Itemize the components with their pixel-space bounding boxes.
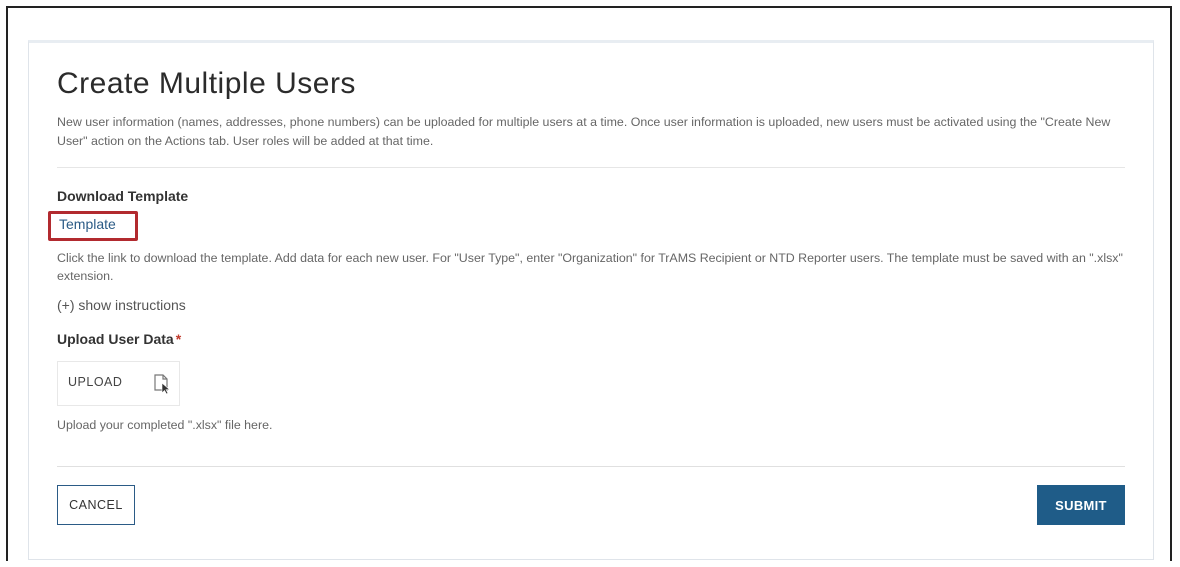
page-title: Create Multiple Users (57, 67, 356, 100)
file-cursor-icon (154, 374, 171, 395)
upload-user-data-heading: Upload User Data * (57, 331, 181, 347)
divider (57, 167, 1125, 168)
footer-divider (57, 466, 1125, 467)
download-template-heading: Download Template (57, 188, 189, 204)
upload-hint: Upload your completed ".xlsx" file here. (57, 418, 273, 432)
create-users-panel: Create Multiple Users New user informati… (28, 40, 1154, 560)
template-hint: Click the link to download the template.… (57, 251, 1123, 283)
cancel-button[interactable]: CANCEL (57, 485, 135, 525)
upload-heading-label: Upload User Data (57, 331, 174, 347)
show-instructions-toggle[interactable]: (+) show instructions (57, 297, 186, 313)
template-download-link[interactable]: Template (59, 216, 116, 232)
upload-button[interactable]: UPLOAD (57, 361, 180, 406)
submit-button[interactable]: SUBMIT (1037, 485, 1125, 525)
page-description: New user information (names, addresses, … (57, 115, 1111, 148)
upload-button-label: UPLOAD (68, 375, 123, 389)
required-asterisk: * (175, 331, 182, 347)
